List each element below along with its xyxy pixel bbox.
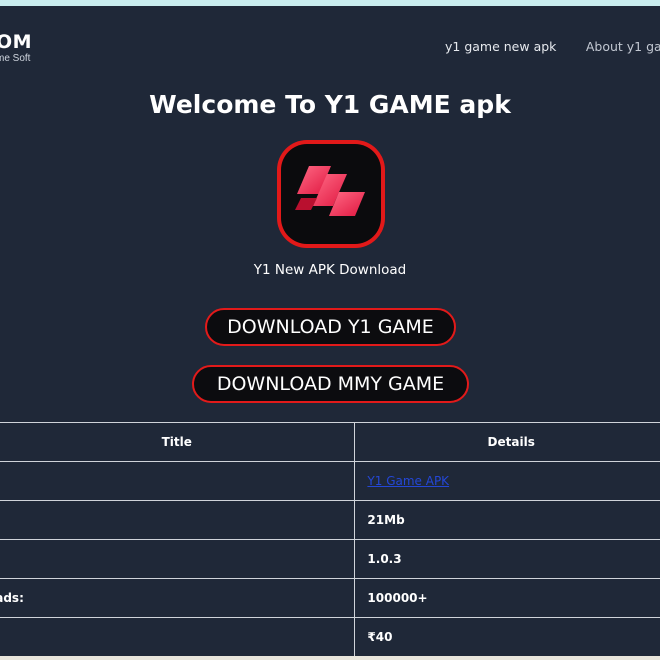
table-row: 21Mb xyxy=(0,500,660,540)
nav-link-about[interactable]: About y1 game xyxy=(586,39,660,54)
table-row: Y1 Game APK xyxy=(0,461,660,501)
row-detail-cell: 21Mb xyxy=(354,500,660,540)
row-detail-cell: 1.0.3 xyxy=(354,539,660,579)
column-header-details: Details xyxy=(354,422,660,462)
app-info-table: Title Details Y1 Game APK 21Mb n: 1.0.3 … xyxy=(0,422,660,656)
apk-link[interactable]: Y1 Game APK xyxy=(367,474,449,488)
row-detail-cell: 100000+ xyxy=(354,578,660,618)
row-detail: 21Mb xyxy=(367,513,405,527)
row-title: oads: xyxy=(0,591,24,605)
row-detail: ₹40 xyxy=(367,630,393,644)
row-title-cell: : xyxy=(0,617,356,656)
row-detail-cell: Y1 Game APK xyxy=(354,461,660,501)
row-title: : xyxy=(0,630,354,644)
row-title-cell xyxy=(0,461,356,501)
logo-subtitle: me Soft xyxy=(0,53,31,64)
row-title-cell xyxy=(0,500,356,540)
logo-main-text: OM xyxy=(0,31,33,53)
y1-logo-icon xyxy=(277,140,385,248)
download-y1-button[interactable]: DOWNLOAD Y1 GAME xyxy=(205,308,456,346)
row-detail: 100000+ xyxy=(367,591,428,605)
table-row: : ₹40 xyxy=(0,617,660,656)
app-caption: Y1 New APK Download xyxy=(253,262,407,278)
table-header-row: Title Details xyxy=(0,422,660,462)
top-nav: y1 game new apk About y1 game xyxy=(445,38,660,56)
table-row: n: 1.0.3 xyxy=(0,539,660,579)
nav-link-new-apk[interactable]: y1 game new apk xyxy=(445,39,556,54)
row-title: n: xyxy=(0,552,354,566)
row-title-cell: oads: xyxy=(0,578,356,618)
bottom-strip xyxy=(0,656,660,660)
table-row: oads: 100000+ xyxy=(0,578,660,618)
row-title-cell: n: xyxy=(0,539,356,579)
page-title: Welcome To Y1 GAME apk xyxy=(149,90,511,119)
row-detail: 1.0.3 xyxy=(367,552,402,566)
page: OM me Soft y1 game new apk About y1 game… xyxy=(0,6,660,656)
column-header-title: Title xyxy=(0,422,356,462)
row-detail-cell: ₹40 xyxy=(354,617,660,656)
download-mmy-button[interactable]: DOWNLOAD MMY GAME xyxy=(192,365,469,403)
site-logo[interactable]: OM me Soft xyxy=(0,32,32,65)
